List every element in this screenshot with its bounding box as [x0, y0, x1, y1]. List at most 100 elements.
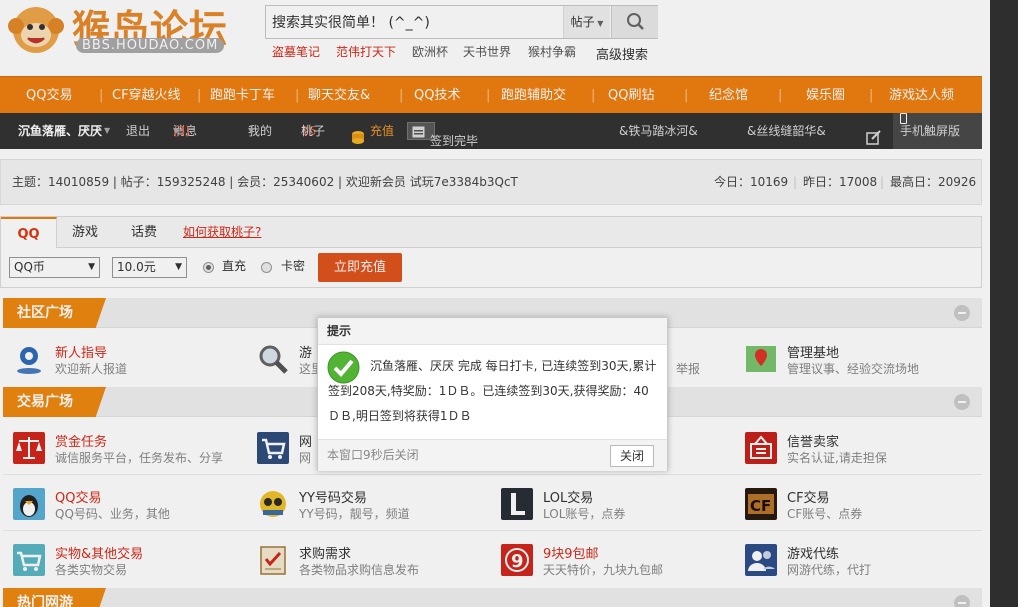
hotlink[interactable]: 盗墓笔记: [272, 43, 320, 60]
marquee-text[interactable]: &铁马踏冰河&: [619, 113, 698, 149]
tab-qq[interactable]: QQ: [1, 217, 57, 248]
site-logo[interactable]: 猴岛论坛 BBS.HOUDAO.COM: [6, 0, 256, 60]
nav-item[interactable]: QQ技术: [414, 77, 460, 114]
collapse-icon[interactable]: [954, 595, 970, 607]
nav-separator: |: [295, 88, 300, 103]
search-button[interactable]: [611, 6, 658, 38]
collapse-icon[interactable]: [954, 305, 970, 321]
card-radio[interactable]: [261, 262, 272, 273]
notice-dialog: 提示 沉鱼落雁、厌厌 完成 每日打卡, 已连续签到30天,累计签到208天,特奖…: [317, 317, 668, 471]
row-divider: [3, 530, 982, 531]
how-to-get-peach-link[interactable]: 如何获取桃子?: [183, 217, 261, 248]
countdown-text: 本窗口9秒后关闭: [327, 448, 419, 462]
forum-title: 赏金任务: [55, 435, 108, 450]
right-scrollbar-area[interactable]: [990, 0, 1018, 607]
direct-radio[interactable]: [203, 262, 214, 273]
penguin-icon: [13, 488, 45, 520]
forum-item[interactable]: 信誉卖家 实名认证,请走担保: [735, 428, 973, 472]
shop-icon: [745, 432, 777, 464]
forum-item[interactable]: 求购需求 各类物品求购信息发布: [247, 540, 485, 584]
forum-item[interactable]: 新人指导 欢迎新人报道: [3, 339, 241, 383]
tab-game[interactable]: 游戏: [72, 217, 98, 248]
forum-item[interactable]: QQ交易 QQ号码、业务，其他: [3, 484, 241, 528]
nav-item[interactable]: 纪念馆: [709, 77, 748, 114]
advanced-search-link[interactable]: 高级搜索: [596, 44, 648, 63]
caret-down-icon: ▼: [173, 126, 180, 135]
magnifier-icon: [259, 345, 288, 374]
stats-separator: |: [880, 175, 885, 189]
mobile-label: 手机触屏版: [900, 124, 961, 138]
forum-item[interactable]: LOL交易 LOL账号，点券: [491, 484, 729, 528]
forum-desc: 各类实物交易: [55, 563, 128, 577]
forum-item[interactable]: YY号码交易 YY号码，靓号，频道: [247, 484, 485, 528]
username-link[interactable]: 沉鱼落雁、厌厌: [18, 113, 102, 149]
signed-label: 签到完毕: [430, 134, 479, 148]
recharge-panel: QQ 游戏 话费 如何获取桃子? QQ币 ▼ 10.0元 ▼ 直充 卡密 立即充值: [0, 216, 982, 288]
product-select[interactable]: QQ币 ▼: [9, 257, 100, 278]
tab-phone-bill[interactable]: 话费: [131, 217, 157, 248]
stats-highest: 最高日：20926: [890, 175, 977, 189]
collapse-icon[interactable]: [954, 394, 970, 410]
users-icon: [745, 544, 777, 576]
forum-desc: QQ号码、业务，其他: [55, 507, 170, 521]
hotlink[interactable]: 欧洲杯: [412, 43, 448, 60]
search-type-select[interactable]: 帖子 ▼: [563, 6, 610, 38]
nav-separator: |: [778, 88, 783, 103]
forum-item[interactable]: 9 9块9包邮 天天特价，九块九包邮: [491, 540, 729, 584]
nav-separator: |: [486, 88, 491, 103]
nav-item[interactable]: CF穿越火线: [112, 77, 181, 114]
amount-value: 10.0元: [117, 260, 156, 274]
cf-icon: CF: [745, 488, 777, 520]
forum-title: 网: [299, 435, 313, 450]
logout-link[interactable]: 退出: [126, 113, 150, 149]
forum-title: QQ交易: [55, 491, 102, 506]
forum-desc: 网: [299, 451, 312, 465]
svg-text:9: 9: [511, 551, 524, 572]
search-input[interactable]: [266, 6, 563, 38]
nav-separator: |: [684, 88, 689, 103]
hotlink[interactable]: 猴村争霸: [528, 43, 576, 60]
pay-now-button[interactable]: 立即充值: [318, 253, 402, 282]
hotlink[interactable]: 范伟打天下: [336, 43, 396, 60]
forum-title: 实物&其他交易: [55, 547, 144, 562]
nav-item[interactable]: 娱乐圈: [806, 77, 845, 114]
nav-separator: |: [197, 88, 202, 103]
section-title: 社区广场: [3, 298, 106, 328]
recharge-tabs: QQ 游戏 话费 如何获取桃子?: [1, 217, 981, 248]
nav-item[interactable]: QQ交易: [26, 77, 72, 114]
hotlink[interactable]: 天书世界: [463, 43, 511, 60]
forum-item[interactable]: CF CF交易 CF账号、点券: [735, 484, 973, 528]
amount-select[interactable]: 10.0元 ▼: [112, 257, 187, 278]
marquee-text[interactable]: &丝线缝韶华&: [747, 113, 826, 149]
forum-title: 游: [299, 346, 313, 361]
mobile-version-link[interactable]: 手机触屏版: [893, 113, 982, 149]
card-label: 卡密: [281, 259, 306, 273]
direct-label: 直充: [222, 259, 247, 273]
forum-title: LOL交易: [543, 491, 594, 506]
caret-down-icon: ▼: [175, 262, 182, 272]
nav-item[interactable]: 跑跑辅助交: [501, 77, 566, 114]
forum-title: 信誉卖家: [787, 435, 840, 450]
nav-item[interactable]: 游戏达人频: [889, 77, 954, 114]
forum-item[interactable]: 实物&其他交易 各类实物交易: [3, 540, 241, 584]
edit-icon[interactable]: [866, 123, 881, 145]
forum-item[interactable]: 管理基地 管理议事、经验交流场地: [735, 339, 973, 383]
yy-icon: [260, 491, 286, 517]
section-title: 热门网游: [3, 588, 106, 607]
row-divider: [3, 474, 982, 475]
stats-separator: |: [793, 175, 798, 189]
nav-item[interactable]: 跑跑卡丁车: [210, 77, 275, 114]
close-button[interactable]: 关闭: [610, 445, 654, 467]
recharge-link[interactable]: 充值: [370, 113, 394, 149]
nav-item[interactable]: 聊天交友&: [308, 77, 370, 114]
product-value: QQ币: [14, 260, 45, 274]
lol-icon: [501, 488, 533, 520]
section-header: 热门网游: [3, 588, 982, 607]
forum-item[interactable]: 游戏代练 网游代练，代打: [735, 540, 973, 584]
caret-down-icon: ▼: [88, 262, 95, 272]
nav-item[interactable]: QQ刷钻: [608, 77, 654, 114]
forum-desc: 欢迎新人报道: [55, 362, 128, 376]
svg-text:CF: CF: [750, 497, 771, 515]
signed-in-button[interactable]: 签到完毕: [407, 122, 478, 148]
forum-item[interactable]: 赏金任务 诚信服务平台，任务发布、分享: [3, 428, 241, 472]
